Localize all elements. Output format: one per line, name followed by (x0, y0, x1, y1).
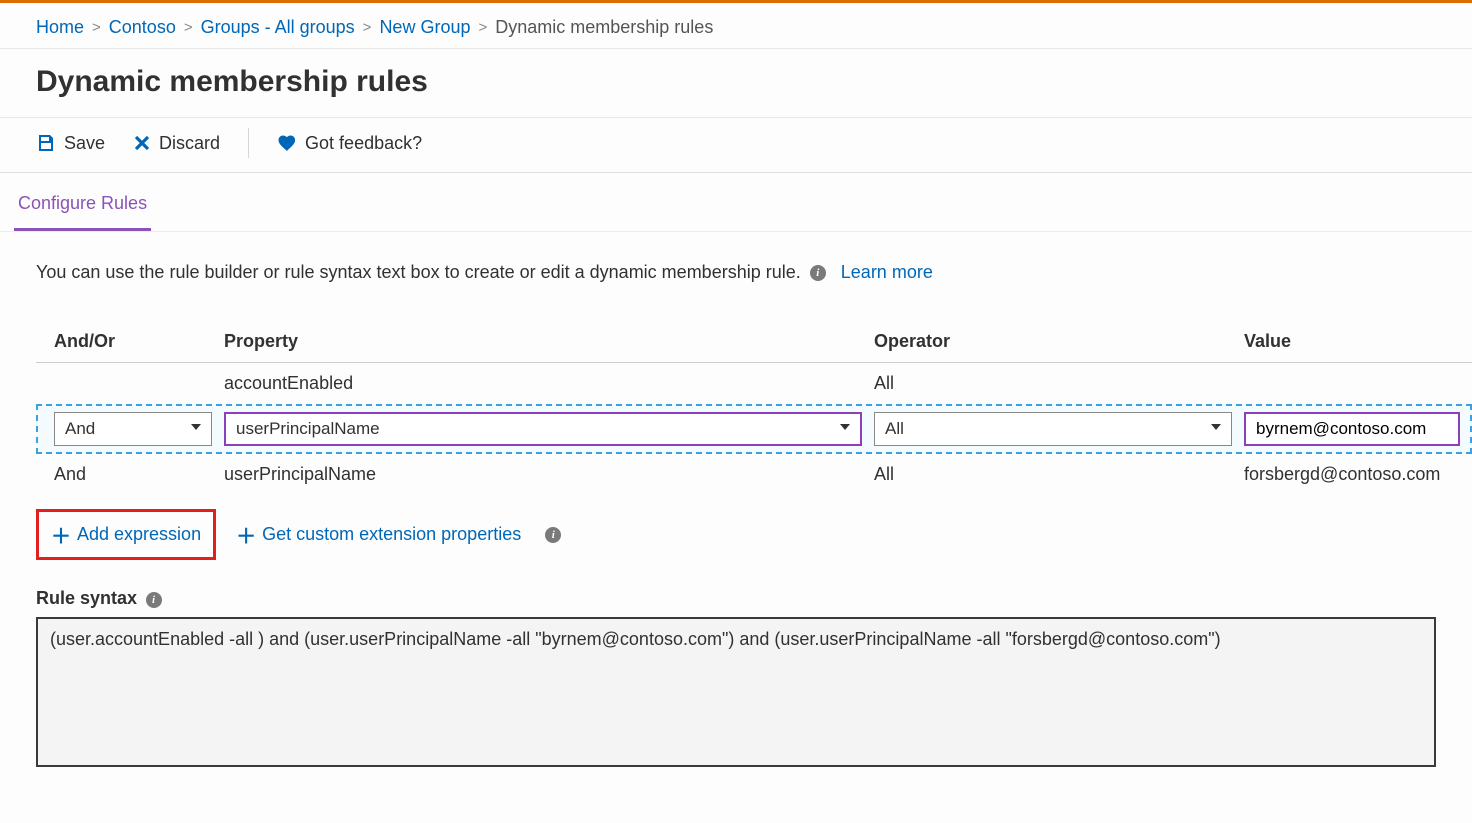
tab-configure-rules[interactable]: Configure Rules (14, 193, 151, 231)
get-custom-ext-label: Get custom extension properties (262, 524, 521, 545)
cell-andor: And (54, 464, 224, 485)
col-andor: And/Or (54, 331, 224, 352)
andor-select[interactable]: And (54, 412, 212, 446)
table-row-selected: And userPrincipalName All (36, 404, 1472, 454)
breadcrumb-groups[interactable]: Groups - All groups (201, 17, 355, 38)
col-operator: Operator (874, 331, 1244, 352)
feedback-label: Got feedback? (305, 133, 422, 154)
cell-property: accountEnabled (224, 373, 874, 394)
get-custom-ext-button[interactable]: ＋ Get custom extension properties (228, 514, 529, 555)
cell-operator: All (874, 464, 1244, 485)
save-label: Save (64, 133, 105, 154)
table-row: accountEnabled All (36, 363, 1472, 404)
chevron-down-icon (838, 419, 852, 439)
operator-value: All (885, 419, 904, 439)
divider (248, 128, 249, 158)
chevron-down-icon (189, 419, 203, 439)
plus-icon: ＋ (51, 520, 71, 549)
property-select[interactable]: userPrincipalName (224, 412, 862, 446)
value-input[interactable] (1244, 412, 1460, 446)
rule-builder-table: And/Or Property Operator Value accountEn… (36, 321, 1472, 495)
rule-syntax-section: Rule syntax i (36, 588, 1436, 772)
table-header: And/Or Property Operator Value (36, 321, 1472, 363)
breadcrumb: Home > Contoso > Groups - All groups > N… (0, 3, 1472, 49)
page-title: Dynamic membership rules (0, 49, 1472, 117)
cell-value: forsbergd@contoso.com (1244, 464, 1472, 485)
info-icon[interactable]: i (810, 265, 826, 281)
chevron-right-icon: > (478, 19, 487, 36)
info-icon[interactable]: i (545, 527, 561, 543)
heart-icon (277, 133, 297, 153)
cell-operator: All (874, 373, 1244, 394)
chevron-right-icon: > (363, 19, 372, 36)
breadcrumb-contoso[interactable]: Contoso (109, 17, 176, 38)
cell-property: userPrincipalName (224, 464, 874, 485)
save-icon (36, 133, 56, 153)
save-button[interactable]: Save (36, 129, 105, 158)
description-text: You can use the rule builder or rule syn… (36, 262, 801, 282)
breadcrumb-current: Dynamic membership rules (495, 17, 713, 38)
description-row: You can use the rule builder or rule syn… (0, 232, 1472, 293)
discard-label: Discard (159, 133, 220, 154)
breadcrumb-home[interactable]: Home (36, 17, 84, 38)
table-row: And userPrincipalName All forsbergd@cont… (36, 454, 1472, 495)
chevron-right-icon: > (184, 19, 193, 36)
toolbar: Save Discard Got feedback? (0, 117, 1472, 173)
operator-select[interactable]: All (874, 412, 1232, 446)
feedback-button[interactable]: Got feedback? (277, 129, 422, 158)
col-value: Value (1244, 331, 1472, 352)
add-expression-button[interactable]: ＋ Add expression (43, 514, 209, 555)
chevron-down-icon (1209, 419, 1223, 439)
breadcrumb-new-group[interactable]: New Group (379, 17, 470, 38)
add-expression-label: Add expression (77, 524, 201, 545)
discard-button[interactable]: Discard (133, 129, 220, 158)
property-value: userPrincipalName (236, 419, 380, 439)
rule-syntax-textarea[interactable] (36, 617, 1436, 767)
highlight-box: ＋ Add expression (36, 509, 216, 560)
plus-icon: ＋ (236, 520, 256, 549)
tabs: Configure Rules (0, 173, 1472, 232)
rule-syntax-label: Rule syntax (36, 588, 137, 608)
chevron-right-icon: > (92, 19, 101, 36)
learn-more-link[interactable]: Learn more (841, 262, 933, 282)
info-icon[interactable]: i (146, 592, 162, 608)
close-icon (133, 134, 151, 152)
rule-actions: ＋ Add expression ＋ Get custom extension … (36, 509, 1472, 560)
col-property: Property (224, 331, 874, 352)
andor-value: And (65, 419, 95, 439)
